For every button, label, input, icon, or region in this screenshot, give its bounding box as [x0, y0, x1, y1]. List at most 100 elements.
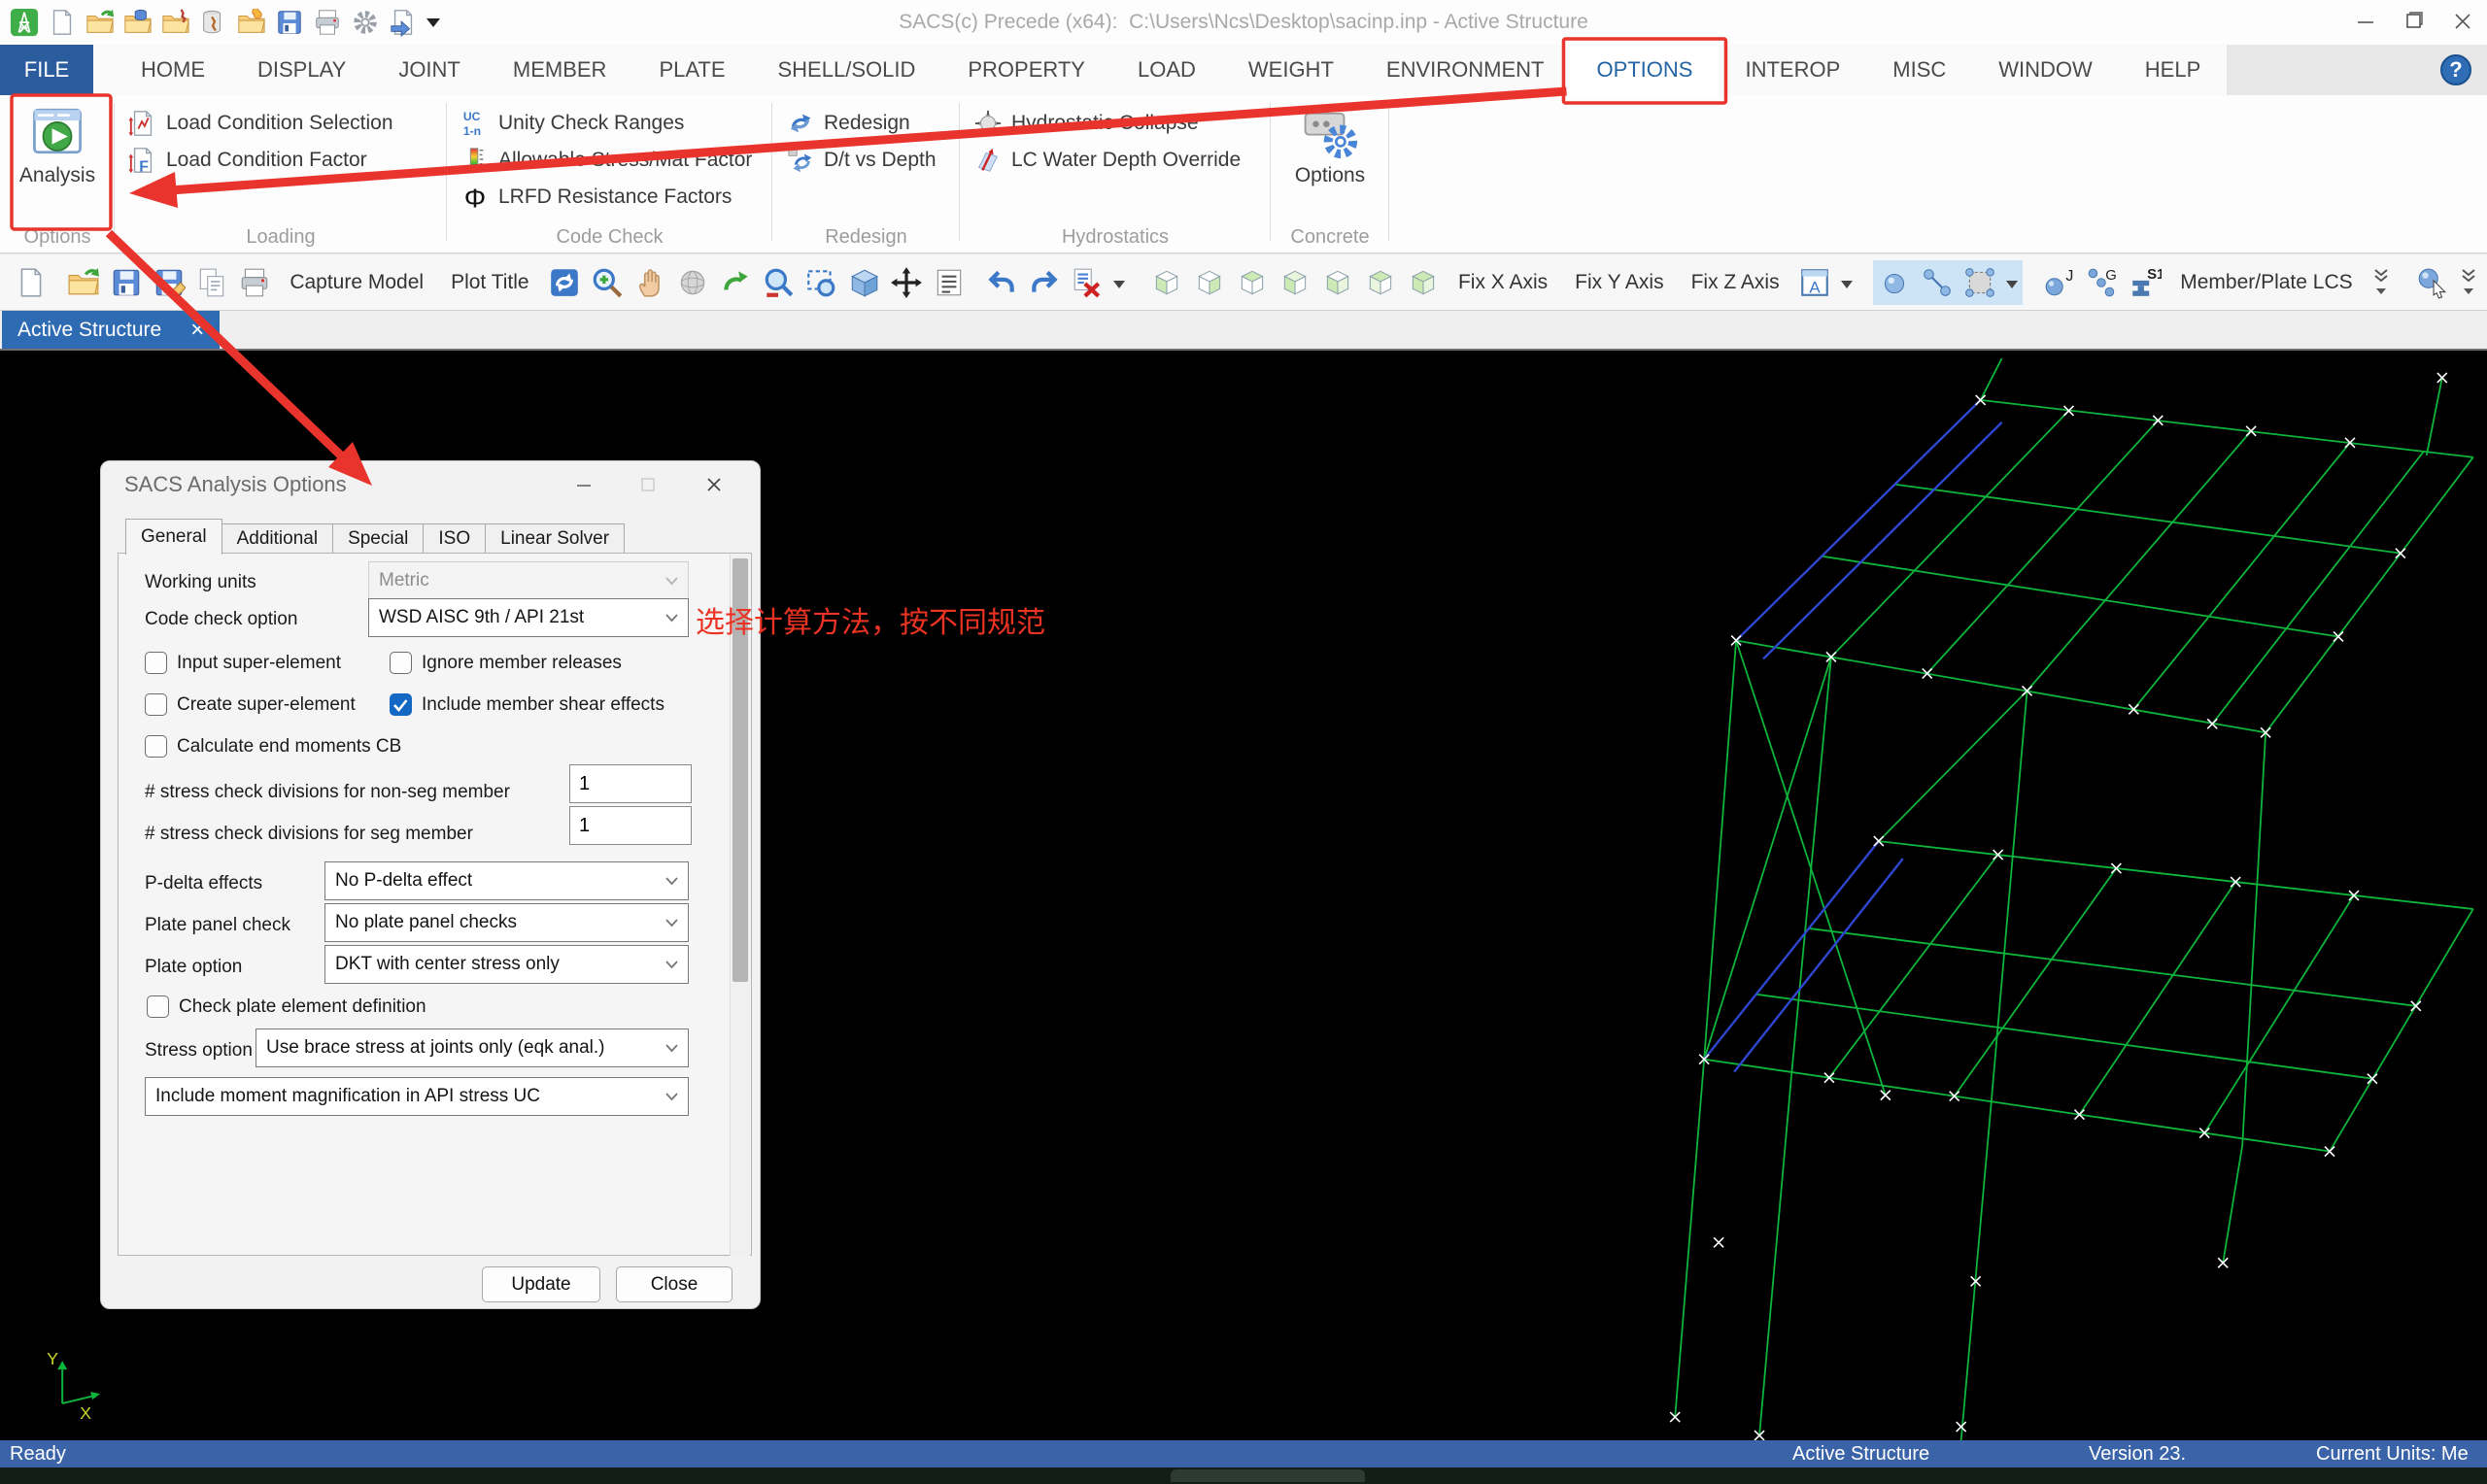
- tab-weight[interactable]: WEIGHT: [1222, 45, 1360, 95]
- checkbox-box[interactable]: [145, 652, 167, 674]
- stress-option-select[interactable]: Use brace stress at joints only (eqk ana…: [256, 1029, 689, 1067]
- copy-pages-button[interactable]: [190, 260, 233, 305]
- tab-misc[interactable]: MISC: [1866, 45, 1972, 95]
- dialog-title-bar[interactable]: SACS Analysis Options: [101, 461, 760, 506]
- toolbar-dropdown-button[interactable]: [1108, 260, 1130, 305]
- checkbox-ignore-member-releases[interactable]: Ignore member releases: [390, 652, 622, 674]
- settings-gear-button[interactable]: [351, 8, 380, 37]
- zoom-previous-button[interactable]: [757, 260, 800, 305]
- window-minimize-button[interactable]: [2341, 0, 2390, 43]
- tab-environment[interactable]: ENVIRONMENT: [1360, 45, 1571, 95]
- view-cube-2-button[interactable]: [1188, 260, 1231, 305]
- tab-display[interactable]: DISPLAY: [231, 45, 372, 95]
- toolbar-plot-title-button[interactable]: Plot Title: [437, 260, 543, 305]
- checkbox-calculate-end-moments[interactable]: Calculate end moments CB: [145, 735, 401, 758]
- toolbar-dropdown-button[interactable]: [2000, 259, 2023, 305]
- print-model-button[interactable]: [313, 8, 342, 37]
- plate-panel-select[interactable]: No plate panel checks: [324, 903, 689, 942]
- tab-member[interactable]: MEMBER: [487, 45, 633, 95]
- dialog-tab-special[interactable]: Special: [332, 523, 425, 554]
- save-edit-button[interactable]: [148, 260, 190, 305]
- ribbon-item-options-concrete[interactable]: Options: [1280, 103, 1380, 187]
- delete-selection-button[interactable]: [1066, 260, 1108, 305]
- close-button[interactable]: Close: [616, 1266, 732, 1302]
- tab-property[interactable]: PROPERTY: [941, 45, 1111, 95]
- export-report-button[interactable]: [389, 8, 418, 38]
- tab-load[interactable]: LOAD: [1111, 45, 1222, 95]
- toolbar-dropdown-button[interactable]: [1836, 260, 1857, 305]
- toolbar-expand-button[interactable]: [2367, 260, 2396, 305]
- window-close-button[interactable]: [2438, 0, 2487, 43]
- checkbox-input-super-element[interactable]: Input super-element: [145, 652, 341, 674]
- undo-button[interactable]: [980, 260, 1023, 305]
- open-recent-button[interactable]: [237, 8, 266, 37]
- checkbox-box[interactable]: [145, 693, 167, 716]
- moment-magnification-select[interactable]: Include moment magnification in API stre…: [145, 1077, 689, 1116]
- ribbon-item-lrfd-resistance-factors[interactable]: Φ LRFD Resistance Factors: [447, 179, 772, 216]
- toolbar-member-plate-lcs-button[interactable]: Member/Plate LCS: [2166, 260, 2366, 305]
- label-options-button[interactable]: A: [1793, 260, 1836, 305]
- zoom-window-button[interactable]: [800, 260, 842, 305]
- refresh-view-button[interactable]: [543, 260, 586, 305]
- select-segment-button[interactable]: [1915, 259, 1959, 305]
- pan-hand-button[interactable]: [629, 260, 671, 305]
- dialog-close-button[interactable]: [694, 469, 734, 500]
- rotate-redo-button[interactable]: [714, 260, 757, 305]
- open-structure-button[interactable]: [161, 8, 190, 37]
- checkbox-box[interactable]: [390, 652, 412, 674]
- tab-plate[interactable]: PLATE: [632, 45, 751, 95]
- window-maximize-button[interactable]: [2390, 0, 2438, 43]
- plate-option-select[interactable]: DKT with center stress only: [324, 945, 689, 984]
- new-model-button[interactable]: [48, 8, 77, 37]
- select-joint-button[interactable]: [1872, 259, 1916, 305]
- tab-options[interactable]: OPTIONS: [1570, 45, 1720, 95]
- working-units-select[interactable]: Metric: [368, 561, 689, 600]
- seg-divisions-input[interactable]: [569, 806, 692, 845]
- print-button[interactable]: [233, 260, 276, 305]
- new-file-button[interactable]: [10, 260, 52, 305]
- view-cube-7-button[interactable]: [1402, 260, 1445, 305]
- group-labels-button[interactable]: G: [2081, 260, 2124, 305]
- tab-window[interactable]: WINDOW: [1972, 45, 2119, 95]
- report-list-button[interactable]: [928, 260, 971, 305]
- tab-home[interactable]: HOME: [115, 45, 231, 95]
- rotate-view-button[interactable]: [671, 260, 714, 305]
- open-file-button[interactable]: [62, 260, 105, 305]
- zoom-in-button[interactable]: [586, 260, 629, 305]
- code-check-select[interactable]: WSD AISC 9th / API 21st: [368, 598, 689, 637]
- quick-access-menu-caret[interactable]: [426, 18, 440, 34]
- toolbar-fix-z-axis-button[interactable]: Fix Z Axis: [1678, 260, 1793, 305]
- dialog-maximize-button[interactable]: [628, 469, 668, 500]
- dialog-tab-linear-solver[interactable]: Linear Solver: [485, 523, 626, 554]
- open-model-button[interactable]: [85, 8, 115, 37]
- ribbon-item-allowable-stress-mat-factor[interactable]: Allowable Stress/Mat Factor: [447, 142, 772, 179]
- view-tab-close-icon[interactable]: ×: [190, 318, 204, 342]
- help-icon[interactable]: ?: [2440, 54, 2471, 85]
- view-cube-3-button[interactable]: [1231, 260, 1274, 305]
- ribbon-item-analysis-options[interactable]: Analysis: [10, 103, 105, 187]
- dialog-tab-additional[interactable]: Additional: [221, 523, 334, 554]
- tab-file[interactable]: FILE: [0, 45, 93, 95]
- tab-shell-solid[interactable]: SHELL/SOLID: [752, 45, 942, 95]
- tab-interop[interactable]: INTEROP: [1719, 45, 1866, 95]
- toolbar-capture-model-button[interactable]: Capture Model: [276, 260, 437, 305]
- checkbox-check-plate-element[interactable]: Check plate element definition: [147, 995, 426, 1018]
- redo-button[interactable]: [1023, 260, 1066, 305]
- ribbon-item-hydrostatic-collapse[interactable]: Hydrostatic Collapse: [960, 105, 1271, 142]
- checkbox-include-member-shear[interactable]: Include member shear effects: [390, 693, 664, 716]
- sacs-logo-button[interactable]: [10, 8, 39, 37]
- checkbox-box[interactable]: [390, 693, 412, 716]
- checkbox-box[interactable]: [145, 735, 167, 758]
- joint-labels-button[interactable]: J: [2038, 260, 2081, 305]
- tab-joint[interactable]: JOINT: [372, 45, 487, 95]
- view-cube-5-button[interactable]: [1316, 260, 1359, 305]
- ribbon-item-load-condition-selection[interactable]: Load Condition Selection: [115, 105, 447, 142]
- select-entity-button[interactable]: [2411, 260, 2454, 305]
- tab-help[interactable]: HELP: [2119, 45, 2227, 95]
- toolbar-expand-button[interactable]: [2454, 260, 2483, 305]
- dialog-tab-iso[interactable]: ISO: [423, 523, 487, 554]
- dialog-scrollbar[interactable]: [730, 555, 750, 1256]
- toolbar-fix-x-axis-button[interactable]: Fix X Axis: [1445, 260, 1561, 305]
- delete-database-button[interactable]: [199, 8, 228, 37]
- save-button[interactable]: [105, 260, 148, 305]
